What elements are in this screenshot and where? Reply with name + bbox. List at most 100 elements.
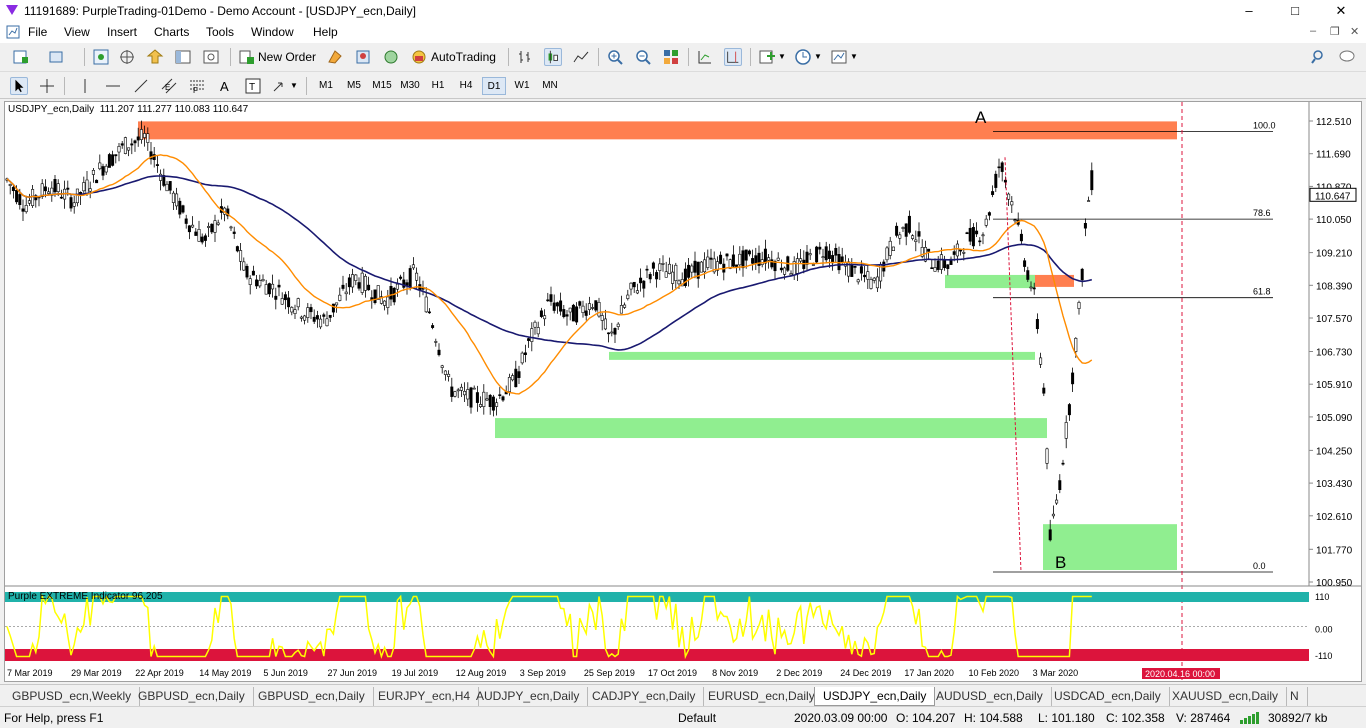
market-icon[interactable] bbox=[382, 48, 400, 66]
chart-tab[interactable]: USDCAD_ecn,Daily bbox=[1046, 687, 1170, 706]
date-tick-label: 3 Mar 2020 bbox=[1033, 668, 1079, 678]
chart-tab[interactable]: EURJPY_ecn,H4 bbox=[370, 687, 480, 706]
candle-body bbox=[111, 154, 115, 166]
search-icon[interactable] bbox=[1310, 48, 1328, 66]
candle-body bbox=[383, 300, 387, 306]
menu-file[interactable]: File bbox=[28, 25, 47, 39]
auto-scroll-icon[interactable] bbox=[696, 48, 714, 66]
timeframe-h1[interactable]: H1 bbox=[426, 77, 450, 95]
arrows-dropdown-icon[interactable]: ▼ bbox=[290, 81, 298, 90]
candle-body bbox=[1039, 357, 1043, 365]
candle-body bbox=[952, 251, 956, 255]
minimize-button[interactable]: – bbox=[1226, 0, 1272, 22]
timeframe-d1[interactable]: D1 bbox=[482, 77, 506, 95]
arrows-icon[interactable] bbox=[270, 77, 288, 95]
chart-window[interactable]: 100.078.661.80.0 112.510111.690110.87011… bbox=[4, 101, 1362, 682]
data-window-icon[interactable] bbox=[118, 48, 136, 66]
zoom-in-icon[interactable] bbox=[606, 48, 624, 66]
templates-dropdown-icon[interactable]: ▼ bbox=[850, 52, 858, 61]
menu-tools[interactable]: Tools bbox=[206, 25, 234, 39]
periods-dropdown-icon[interactable]: ▼ bbox=[814, 52, 822, 61]
close-button[interactable]: ✕ bbox=[1318, 0, 1364, 22]
candle-body bbox=[584, 310, 588, 316]
date-tick-label: 22 Apr 2019 bbox=[135, 668, 184, 678]
chart-tab[interactable]: AUDUSD_ecn,Daily bbox=[928, 687, 1052, 706]
timeframe-h4[interactable]: H4 bbox=[454, 77, 478, 95]
new-order-button[interactable]: New Order bbox=[258, 47, 316, 67]
candle-body bbox=[47, 191, 51, 194]
bar-chart-icon[interactable] bbox=[516, 48, 534, 66]
strategy-tester-icon[interactable] bbox=[202, 48, 220, 66]
chart-shift-icon[interactable] bbox=[724, 48, 742, 66]
chart-tab[interactable]: GBPUSD_ecn,Daily bbox=[250, 687, 374, 706]
chart-tab[interactable]: AUDJPY_ecn,Daily bbox=[468, 687, 589, 706]
fibonacci-retracement-icon[interactable]: F bbox=[188, 77, 206, 95]
candle-body bbox=[904, 223, 908, 237]
price-chart[interactable]: 100.078.661.80.0 112.510111.690110.87011… bbox=[5, 102, 1361, 681]
chart-tab[interactable]: GBPUSD_ecn,Weekly bbox=[4, 687, 141, 706]
terminal-icon[interactable] bbox=[174, 48, 192, 66]
vertical-line-icon[interactable] bbox=[76, 77, 94, 95]
equidistant-channel-icon[interactable]: E bbox=[160, 77, 178, 95]
candle-body bbox=[795, 258, 799, 274]
timeframe-m15[interactable]: M15 bbox=[370, 77, 394, 95]
candle-body bbox=[603, 318, 607, 330]
profiles-icon[interactable] bbox=[48, 48, 66, 66]
menu-help[interactable]: Help bbox=[313, 25, 338, 39]
text-label-icon[interactable]: T bbox=[244, 77, 262, 95]
market-watch-icon[interactable] bbox=[92, 48, 110, 66]
text-icon[interactable]: A bbox=[216, 77, 234, 95]
periods-icon[interactable] bbox=[794, 48, 812, 66]
navigator-icon[interactable] bbox=[146, 48, 164, 66]
indicators-icon[interactable] bbox=[758, 48, 776, 66]
line-chart-icon[interactable] bbox=[572, 48, 590, 66]
maximize-button[interactable]: □ bbox=[1272, 0, 1318, 22]
new-order-icon[interactable] bbox=[238, 48, 256, 66]
timeframe-mn[interactable]: MN bbox=[538, 77, 562, 95]
tile-windows-icon[interactable] bbox=[662, 48, 680, 66]
chart-tab[interactable]: USDJPY_ecn,Daily bbox=[814, 687, 936, 706]
chart-tab[interactable]: N bbox=[1282, 687, 1308, 706]
candle-body bbox=[107, 154, 111, 168]
candle-body bbox=[69, 197, 73, 209]
menu-window[interactable]: Window bbox=[251, 25, 294, 39]
chart-tab[interactable]: XAUUSD_ecn,Daily bbox=[1164, 687, 1288, 706]
status-volume: V: 287464 bbox=[1176, 711, 1231, 725]
zoom-out-icon[interactable] bbox=[634, 48, 652, 66]
templates-icon[interactable] bbox=[830, 48, 848, 66]
autotrading-icon[interactable] bbox=[410, 48, 428, 66]
menu-view[interactable]: View bbox=[64, 25, 90, 39]
crosshair-icon[interactable] bbox=[38, 77, 56, 95]
child-close-button[interactable]: ✕ bbox=[1350, 25, 1359, 38]
metaeditor-icon[interactable] bbox=[326, 48, 344, 66]
candle-body bbox=[754, 255, 758, 264]
status-profile[interactable]: Default bbox=[678, 711, 716, 725]
chart-tab[interactable]: CADJPY_ecn,Daily bbox=[584, 687, 705, 706]
child-restore-button[interactable]: ❐ bbox=[1330, 25, 1340, 38]
chart-tab[interactable]: EURUSD_ecn,Daily bbox=[700, 687, 824, 706]
chart-tab[interactable]: GBPUSD_ecn,Daily bbox=[130, 687, 254, 706]
indicators-dropdown-icon[interactable]: ▼ bbox=[778, 52, 786, 61]
candle-body bbox=[287, 297, 291, 308]
trendline-icon[interactable] bbox=[132, 77, 150, 95]
child-minimize-button[interactable]: – bbox=[1310, 25, 1316, 37]
menu-charts[interactable]: Charts bbox=[154, 25, 189, 39]
new-chart-icon[interactable] bbox=[12, 48, 30, 66]
signals-icon[interactable] bbox=[354, 48, 372, 66]
timeframe-m1[interactable]: M1 bbox=[314, 77, 338, 95]
autotrading-button[interactable]: AutoTrading bbox=[431, 47, 496, 67]
chat-icon[interactable] bbox=[1338, 48, 1356, 66]
timeframe-w1[interactable]: W1 bbox=[510, 77, 534, 95]
timeframe-m30[interactable]: M30 bbox=[398, 77, 422, 95]
cursor-icon[interactable] bbox=[10, 77, 28, 95]
candle-body bbox=[555, 302, 559, 307]
candlestick-chart-icon[interactable] bbox=[544, 48, 562, 66]
horizontal-line-icon[interactable] bbox=[104, 77, 122, 95]
fib-level-label: 78.6 bbox=[1253, 208, 1271, 218]
candle-body bbox=[376, 285, 380, 300]
timeframe-m5[interactable]: M5 bbox=[342, 77, 366, 95]
svg-text:T: T bbox=[249, 82, 255, 93]
candle-body bbox=[43, 186, 47, 192]
menu-insert[interactable]: Insert bbox=[107, 25, 137, 39]
candle-body bbox=[303, 315, 307, 321]
